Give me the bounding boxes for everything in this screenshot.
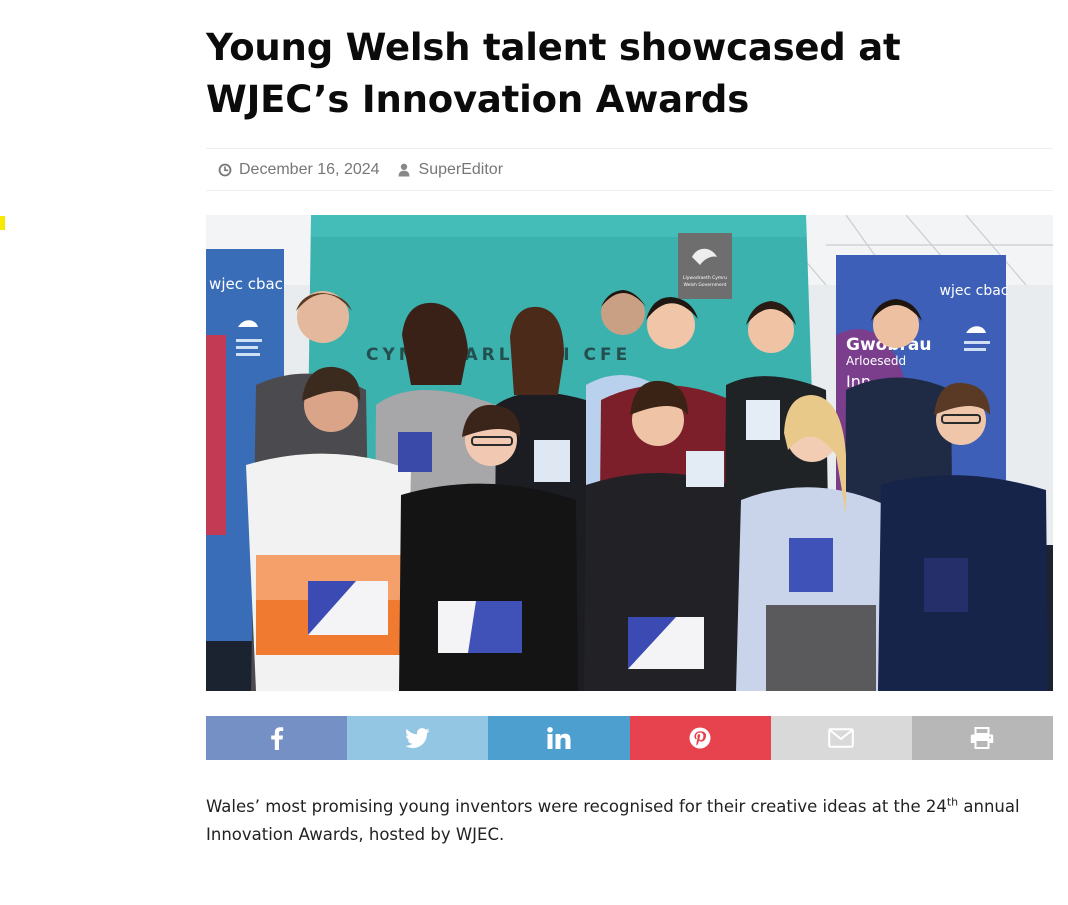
user-icon	[398, 163, 412, 177]
share-linkedin-button[interactable]	[488, 716, 630, 760]
share-facebook-button[interactable]	[206, 716, 348, 760]
intro-text-before: Wales’ most promising young inventors we…	[206, 797, 947, 816]
date-meta: December 16, 2024	[218, 161, 380, 179]
share-pinterest-button[interactable]	[629, 716, 771, 760]
pinterest-icon	[689, 727, 711, 749]
share-twitter-button[interactable]	[347, 716, 489, 760]
twitter-icon	[405, 728, 430, 748]
highlight-marker	[0, 216, 5, 230]
sponsor-text-2: Welsh Government	[684, 282, 727, 288]
intro-superscript: th	[946, 795, 959, 809]
article-meta: December 16, 2024 SuperEditor	[206, 148, 1053, 191]
sponsor-text-1: Llywodraeth Cymru	[683, 275, 727, 281]
author-meta: SuperEditor	[398, 161, 504, 179]
linkedin-icon	[547, 727, 571, 749]
publish-date[interactable]: December 16, 2024	[239, 161, 380, 179]
share-bar	[206, 716, 1054, 760]
share-print-button[interactable]	[911, 716, 1054, 760]
envelope-icon	[828, 728, 855, 748]
banner-brand-right: wjec cbac	[940, 283, 1009, 299]
banner-right-line-2: Arloesedd	[846, 354, 906, 368]
hero-image[interactable]: CYMRU ARLOESI CFE Llywodraeth Cymru Wels…	[206, 215, 1053, 691]
article-title: Young Welsh talent showcased at WJEC’s I…	[206, 26, 901, 121]
banner-brand-left: wjec cbac	[209, 275, 283, 293]
clock-icon	[218, 163, 232, 177]
printer-icon	[970, 727, 994, 749]
article-intro: Wales’ most promising young inventors we…	[206, 793, 1053, 849]
share-email-button[interactable]	[770, 716, 912, 760]
author-name[interactable]: SuperEditor	[419, 161, 504, 179]
facebook-icon	[270, 726, 284, 750]
